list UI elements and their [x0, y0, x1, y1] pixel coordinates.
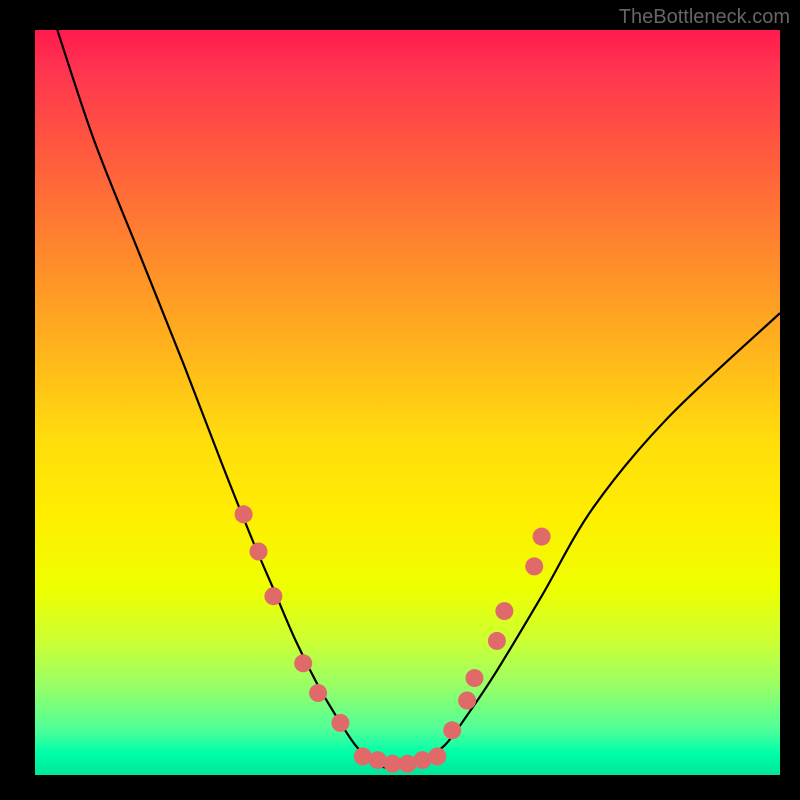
marker-right-2 — [458, 692, 476, 710]
marker-right-4 — [488, 632, 506, 650]
marker-right-7 — [533, 528, 551, 546]
marker-left-4 — [294, 654, 312, 672]
data-markers-group — [235, 505, 551, 773]
marker-right-6 — [525, 557, 543, 575]
chart-plot-area — [35, 30, 780, 775]
marker-left-2 — [250, 543, 268, 561]
marker-left-1 — [235, 505, 253, 523]
chart-svg — [35, 30, 780, 775]
marker-left-3 — [264, 587, 282, 605]
watermark-text: TheBottleneck.com — [619, 6, 790, 29]
bottleneck-curve — [57, 30, 780, 768]
marker-right-3 — [466, 669, 484, 687]
marker-right-5 — [495, 602, 513, 620]
marker-left-6 — [331, 714, 349, 732]
marker-right-1 — [443, 721, 461, 739]
marker-left-5 — [309, 684, 327, 702]
marker-bottom-6 — [428, 747, 446, 765]
